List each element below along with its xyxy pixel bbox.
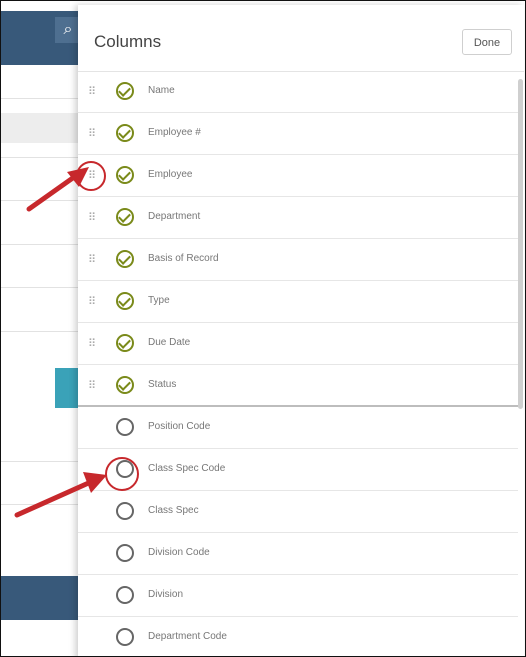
background-row-header — [1, 113, 81, 143]
check-circle-icon[interactable] — [116, 376, 134, 394]
column-label: Department — [148, 211, 201, 222]
drag-handle-icon[interactable]: ⠿ — [88, 297, 96, 308]
check-circle-icon[interactable] — [116, 208, 134, 226]
empty-circle-icon[interactable] — [116, 628, 134, 646]
column-row[interactable]: Class Spec — [78, 491, 518, 533]
background-app: ⌕ — [1, 1, 81, 656]
column-row[interactable]: ⠿ Due Date — [78, 323, 518, 365]
empty-circle-icon[interactable] — [116, 586, 134, 604]
column-label: Basis of Record — [148, 253, 219, 264]
panel-title: Columns — [94, 32, 162, 51]
done-button[interactable]: Done — [462, 29, 512, 55]
column-row[interactable]: Department Code — [78, 617, 518, 656]
background-divider — [1, 244, 81, 245]
empty-circle-icon[interactable] — [116, 544, 134, 562]
column-label: Division Code — [148, 547, 210, 558]
drag-handle-icon[interactable]: ⠿ — [88, 129, 96, 140]
column-label: Class Spec Code — [148, 463, 226, 474]
column-label: Type — [148, 295, 170, 306]
columns-panel: Columns Done ⠿ Name ⠿ Employee # ⠿ Employee ⠿ D… — [78, 5, 524, 656]
annotation-arrow-icon — [26, 167, 89, 212]
scrollbar[interactable] — [518, 79, 523, 409]
column-row[interactable]: ⠿ Basis of Record — [78, 239, 518, 281]
check-circle-icon[interactable] — [116, 292, 134, 310]
annotation-arrow-icon — [14, 472, 107, 518]
column-row[interactable]: Class Spec Code — [78, 449, 518, 491]
column-label: Name — [148, 85, 175, 96]
column-row[interactable]: ⠿ Employee # — [78, 113, 518, 155]
check-circle-icon[interactable] — [116, 124, 134, 142]
check-circle-icon[interactable] — [116, 82, 134, 100]
column-row[interactable]: Division Code — [78, 533, 518, 575]
empty-circle-icon[interactable] — [116, 502, 134, 520]
background-divider — [1, 157, 81, 158]
check-circle-icon[interactable] — [116, 334, 134, 352]
column-label: Class Spec — [148, 505, 199, 516]
column-row[interactable]: ⠿ Status — [78, 365, 518, 407]
column-row[interactable]: ⠿ Name — [78, 71, 518, 113]
background-divider — [1, 98, 81, 99]
background-footer-bar — [1, 576, 81, 620]
column-label: Employee # — [148, 127, 201, 138]
drag-handle-icon[interactable]: ⠿ — [88, 339, 96, 350]
panel-header: Columns Done — [78, 5, 524, 72]
drag-handle-icon[interactable]: ⠿ — [88, 255, 96, 266]
column-row[interactable]: ⠿ Type — [78, 281, 518, 323]
check-circle-icon[interactable] — [116, 166, 134, 184]
column-row[interactable]: Position Code — [78, 407, 518, 449]
column-row[interactable]: Division — [78, 575, 518, 617]
column-label: Due Date — [148, 337, 191, 348]
column-label: Division — [148, 589, 184, 600]
check-circle-icon[interactable] — [116, 250, 134, 268]
column-label: Department Code — [148, 631, 227, 642]
column-row[interactable]: ⠿ Department — [78, 197, 518, 239]
drag-handle-icon[interactable]: ⠿ — [88, 87, 96, 98]
column-label: Status — [148, 379, 177, 390]
background-divider — [1, 287, 81, 288]
background-divider — [1, 331, 81, 332]
column-label: Employee — [148, 169, 193, 180]
empty-circle-icon[interactable] — [116, 418, 134, 436]
column-label: Position Code — [148, 421, 211, 432]
column-row[interactable]: ⠿ Employee — [78, 155, 518, 197]
screenshot-frame: ⌕ Columns Done ⠿ Name ⠿ Employee # ⠿ Employee… — [0, 0, 526, 657]
drag-handle-icon[interactable]: ⠿ — [88, 381, 96, 392]
